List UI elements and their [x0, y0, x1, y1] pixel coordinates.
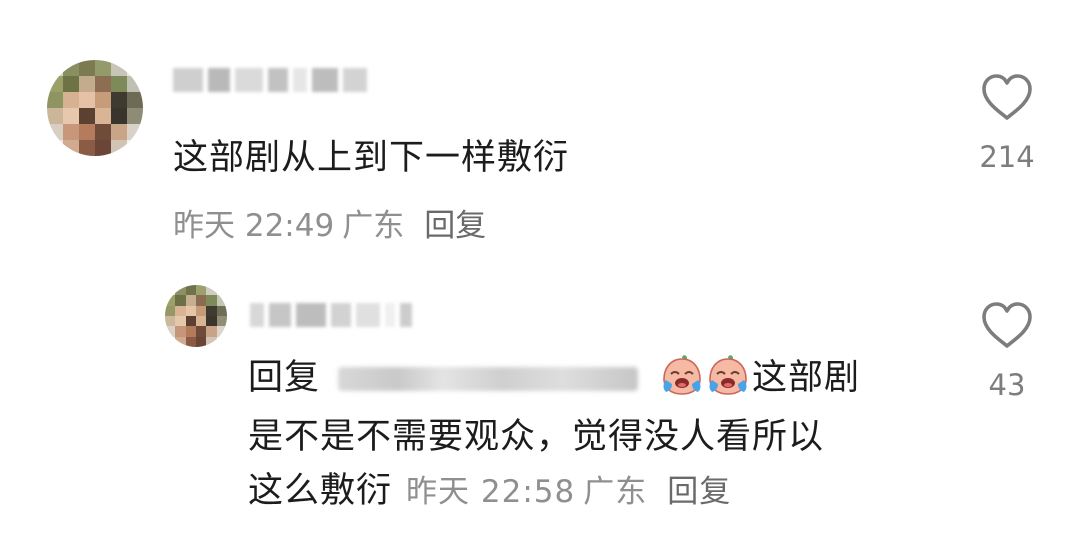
reply-text-line-2: 是不是不需要观众，觉得没人看所以: [248, 417, 825, 457]
comment-time: 昨天 22:49: [173, 208, 335, 244]
mentioned-username-blurred[interactable]: [338, 367, 639, 391]
comment-time: 昨天 22:58: [406, 474, 576, 510]
reply-text-line-1: 回复 这部剧: [248, 353, 860, 403]
reply-text-line-3: 这么敷衍 昨天 22:58 广东 回复: [248, 466, 731, 517]
comment-location: 广东: [342, 208, 405, 244]
avatar[interactable]: [47, 60, 143, 156]
reply-button[interactable]: 回复: [667, 467, 731, 517]
reply-text: 这么敷衍: [248, 471, 393, 511]
like-count: 214: [979, 140, 1035, 174]
like-button[interactable]: 214: [972, 72, 1042, 174]
avatar[interactable]: [165, 285, 227, 347]
reply-meta: 昨天 22:58 广东 回复: [406, 467, 731, 517]
comment-text: 这部剧从上到下一样敷衍: [173, 138, 570, 178]
comment-meta: 昨天 22:49 广东 回复: [173, 200, 486, 245]
comment-location: 广东: [583, 474, 648, 510]
username-blurred[interactable]: [173, 62, 367, 98]
crying-face-emoji: [663, 355, 701, 395]
like-count: 43: [988, 368, 1026, 402]
reply-button[interactable]: 回复: [424, 200, 486, 245]
reply-text: 这部剧: [752, 358, 861, 398]
like-button[interactable]: 43: [972, 300, 1042, 402]
heart-outline-icon: [982, 302, 1032, 348]
reply-prefix: 回复: [248, 358, 321, 398]
crying-face-emoji: [709, 355, 747, 395]
comment-section: 这部剧从上到下一样敷衍 昨天 22:49 广东 回复 214 回复 这部剧 是不…: [0, 0, 1080, 545]
username-blurred[interactable]: [250, 297, 412, 333]
heart-outline-icon: [982, 74, 1032, 120]
